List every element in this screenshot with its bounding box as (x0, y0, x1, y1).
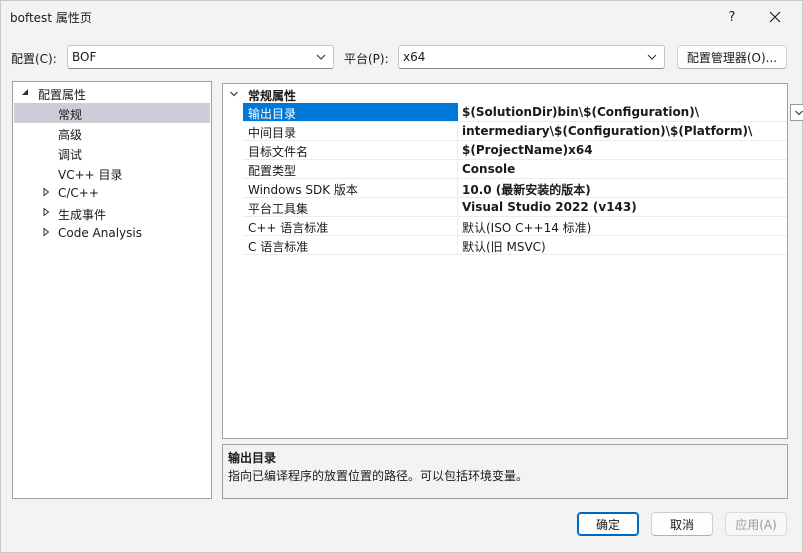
property-tree: 配置属性 常规 高级 调试 VC++ 目录 C/C++ 生成事件 Code An… (12, 81, 212, 499)
property-value[interactable]: $(SolutionDir)bin\$(Configuration)\ (462, 103, 762, 121)
chevron-down-icon (795, 110, 803, 116)
collapsed-triangle-icon[interactable] (41, 207, 51, 217)
grid-category-header[interactable]: 常规属性 (223, 84, 787, 103)
description-text: 指向已编译程序的放置位置的路径。可以包括环境变量。 (228, 469, 529, 483)
chevron-down-icon[interactable] (229, 89, 239, 99)
property-value[interactable]: 10.0 (最新安装的版本) (462, 179, 762, 197)
tree-item-label: 常规 (58, 108, 83, 122)
tree-item-label: C/C++ (58, 186, 99, 200)
tree-item-label: 生成事件 (58, 208, 107, 222)
property-name: 输出目录 (243, 103, 458, 121)
property-name: 平台工具集 (243, 198, 458, 216)
tree-item-build-events[interactable]: 生成事件 (14, 203, 210, 223)
tree-item-vc-directories[interactable]: VC++ 目录 (14, 163, 210, 183)
description-title: 输出目录 (228, 451, 277, 465)
property-name: C++ 语言标准 (243, 217, 458, 235)
expanded-triangle-icon[interactable] (20, 87, 30, 97)
property-name: Windows SDK 版本 (243, 179, 458, 197)
config-value: BOF (72, 50, 97, 64)
property-value[interactable]: $(ProjectName)x64 (462, 141, 762, 159)
help-icon: ? (728, 9, 736, 25)
property-row-cpp-standard[interactable]: C++ 语言标准 默认(ISO C++14 标准) (243, 217, 787, 236)
description-panel: 输出目录 指向已编译程序的放置位置的路径。可以包括环境变量。 (222, 444, 788, 499)
platform-value: x64 (403, 50, 426, 64)
config-manager-button[interactable]: 配置管理器(O)... (677, 45, 787, 69)
property-row-config-type[interactable]: 配置类型 Console (243, 160, 787, 179)
config-label: 配置(C): (11, 52, 57, 66)
property-pages-dialog: boftest 属性页 ? 配置(C): BOF 平台(P): x64 配置管理… (0, 0, 803, 553)
window-title: boftest 属性页 (10, 11, 92, 25)
property-value[interactable]: intermediary\$(Configuration)\$(Platform… (462, 122, 762, 140)
chevron-down-icon (647, 54, 657, 60)
property-row-c-standard[interactable]: C 语言标准 默认(旧 MSVC) (243, 236, 787, 255)
property-name: 配置类型 (243, 160, 458, 178)
platform-dropdown[interactable]: x64 (398, 45, 665, 69)
property-name: C 语言标准 (243, 236, 458, 254)
close-icon (769, 11, 781, 23)
property-name: 目标文件名 (243, 141, 458, 159)
platform-label: 平台(P): (344, 52, 389, 66)
tree-item-label: 高级 (58, 128, 83, 142)
help-button[interactable]: ? (710, 3, 754, 31)
tree-item-debugging[interactable]: 调试 (14, 143, 210, 163)
tree-item-label: VC++ 目录 (58, 168, 123, 182)
tree-item-c-cpp[interactable]: C/C++ (14, 183, 210, 203)
property-row-output-dir[interactable]: 输出目录 $(SolutionDir)bin\$(Configuration)\ (243, 103, 803, 122)
value-dropdown-button[interactable] (790, 104, 803, 121)
tree-item-label: 配置属性 (38, 88, 87, 102)
collapsed-triangle-icon[interactable] (41, 227, 51, 237)
tree-item-label: Code Analysis (58, 226, 142, 240)
tree-item-advanced[interactable]: 高级 (14, 123, 210, 143)
property-row-platform-toolset[interactable]: 平台工具集 Visual Studio 2022 (v143) (243, 198, 787, 217)
ok-button[interactable]: 确定 (577, 512, 639, 536)
chevron-down-icon (316, 54, 326, 60)
collapsed-triangle-icon[interactable] (41, 187, 51, 197)
property-value[interactable]: 默认(旧 MSVC) (462, 236, 762, 254)
property-row-windows-sdk[interactable]: Windows SDK 版本 10.0 (最新安装的版本) (243, 179, 787, 198)
grid-category-label: 常规属性 (248, 89, 297, 103)
property-row-target-name[interactable]: 目标文件名 $(ProjectName)x64 (243, 141, 787, 160)
property-value[interactable]: Visual Studio 2022 (v143) (462, 198, 762, 216)
tree-item-code-analysis[interactable]: Code Analysis (14, 223, 210, 243)
title-bar: boftest 属性页 ? (1, 1, 802, 33)
property-value[interactable]: Console (462, 160, 762, 178)
cancel-button[interactable]: 取消 (651, 512, 713, 536)
apply-button[interactable]: 应用(A) (725, 512, 787, 536)
config-dropdown[interactable]: BOF (67, 45, 334, 69)
tree-item-config-properties[interactable]: 配置属性 (14, 83, 210, 103)
property-row-intermediate-dir[interactable]: 中间目录 intermediary\$(Configuration)\$(Pla… (243, 122, 787, 141)
tree-item-label: 调试 (58, 148, 83, 162)
property-value[interactable]: 默认(ISO C++14 标准) (462, 217, 762, 235)
property-grid: 常规属性 输出目录 $(SolutionDir)bin\$(Configurat… (222, 83, 803, 439)
tree-item-general[interactable]: 常规 (14, 103, 210, 123)
close-button[interactable] (753, 3, 797, 31)
property-name: 中间目录 (243, 122, 458, 140)
